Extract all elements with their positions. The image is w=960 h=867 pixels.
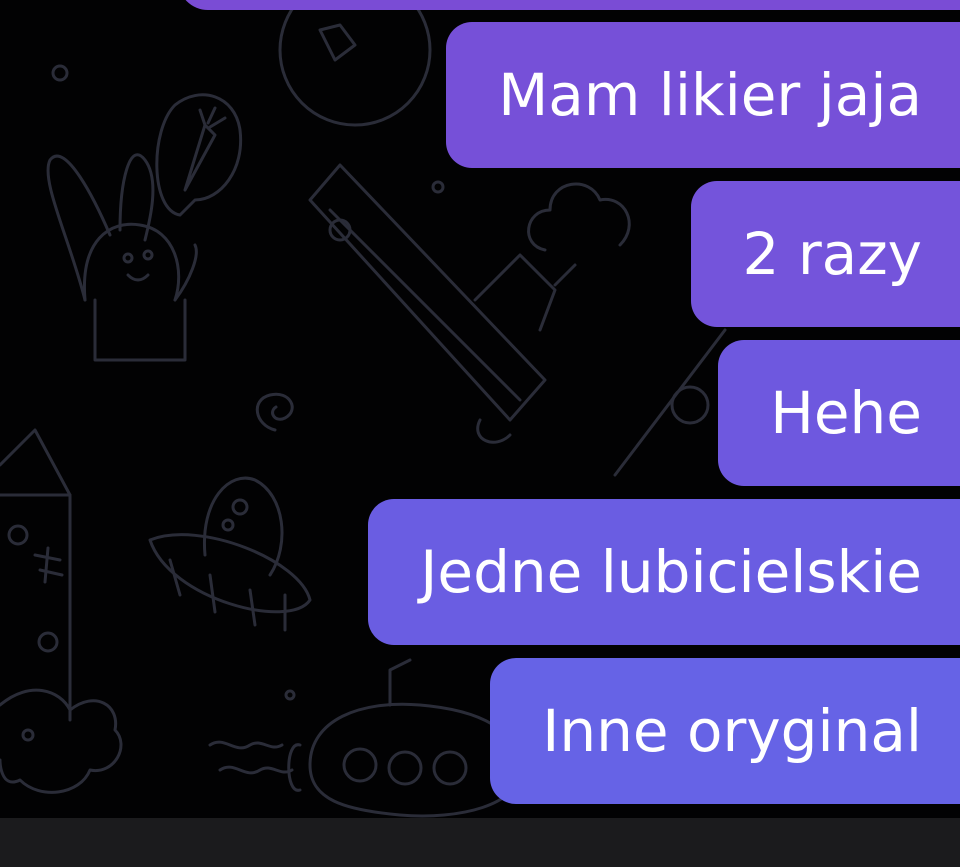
message-text: Jedne lubicielskie bbox=[420, 538, 922, 606]
message-text: 2 razy bbox=[742, 220, 923, 288]
message-bubble[interactable]: Inne oryginal bbox=[490, 658, 960, 804]
message-bubble[interactable]: Jedne lubicielskie bbox=[368, 499, 960, 645]
message-bubble-partial[interactable] bbox=[178, 0, 960, 10]
message-text: Mam likier jaja bbox=[498, 61, 922, 129]
message-bubble[interactable]: 2 razy bbox=[690, 181, 960, 327]
message-bubble[interactable]: Hehe bbox=[718, 340, 960, 486]
bottom-bar bbox=[0, 818, 960, 867]
chat-view: Mam likier jaja 2 razy Hehe Jedne lubici… bbox=[0, 0, 960, 867]
message-text: Hehe bbox=[770, 379, 922, 447]
message-bubble[interactable]: Mam likier jaja bbox=[446, 22, 960, 168]
message-text: Inne oryginal bbox=[542, 697, 922, 765]
